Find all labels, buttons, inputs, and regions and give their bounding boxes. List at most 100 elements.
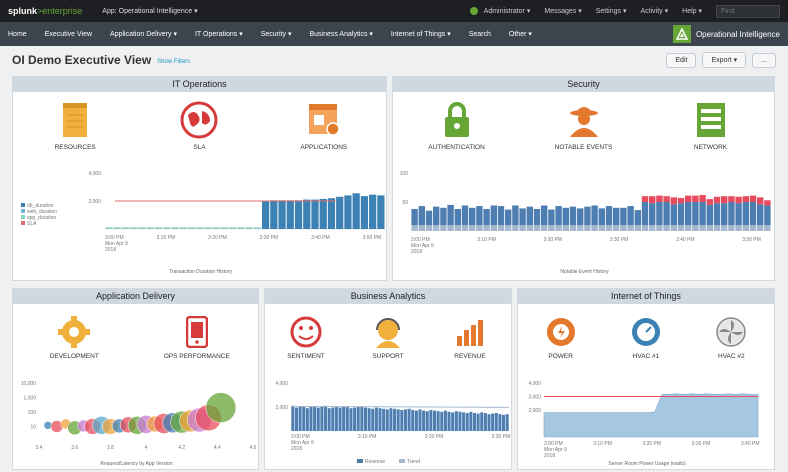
bar-medium xyxy=(692,202,699,226)
show-filters-link[interactable]: Show Filters xyxy=(157,59,190,65)
help-menu[interactable]: Help ▾ xyxy=(682,7,702,15)
nav-application-delivery[interactable]: Application Delivery ▾ xyxy=(110,30,177,38)
app-menu[interactable]: App: Operational Intelligence ▾ xyxy=(102,7,197,15)
sentiment-tile[interactable]: SENTIMENT xyxy=(271,316,341,360)
app-nav-bar: Home Executive View Application Delivery… xyxy=(0,22,788,46)
bar-medium xyxy=(749,202,757,226)
activity-menu[interactable]: Activity ▾ xyxy=(641,7,669,15)
sentiment-icon xyxy=(290,316,322,348)
bar xyxy=(303,199,311,229)
nav-search[interactable]: Search xyxy=(469,31,491,38)
bar-medium xyxy=(641,202,649,226)
x-tick-label: 3:10 PM xyxy=(593,441,612,447)
bar-medium xyxy=(656,202,663,226)
bar xyxy=(220,227,229,229)
nav-other[interactable]: Other ▾ xyxy=(509,30,532,38)
legend-swatch xyxy=(21,203,25,207)
bar-medium xyxy=(627,206,634,226)
bar xyxy=(483,413,487,431)
bar-low xyxy=(497,225,505,231)
tile-label: OPS PERFORMANCE xyxy=(163,353,230,360)
bar-medium xyxy=(555,206,562,226)
y-tick-label: 100 xyxy=(28,410,37,416)
settings-menu[interactable]: Settings ▾ xyxy=(596,7,627,15)
bar xyxy=(353,407,357,431)
bar xyxy=(385,409,389,431)
export-button[interactable]: Export ▾ xyxy=(702,52,747,68)
nav-home[interactable]: Home xyxy=(8,31,27,38)
nav-business-analytics[interactable]: Business Analytics ▾ xyxy=(309,30,372,38)
bar-high xyxy=(699,195,706,202)
x-tick-label: 3:40 PM xyxy=(676,237,695,243)
x-tick-label: 3.8 xyxy=(107,445,114,451)
bar xyxy=(422,410,426,431)
messages-menu[interactable]: Messages ▾ xyxy=(544,7,581,15)
bar-low xyxy=(411,225,418,231)
panel-title: Security xyxy=(393,77,774,92)
bar-low xyxy=(670,225,677,231)
bar xyxy=(377,195,385,229)
bar xyxy=(374,407,378,431)
trend-line xyxy=(290,405,510,408)
bar xyxy=(253,227,261,229)
bar xyxy=(498,414,502,431)
authentication-tile[interactable]: AUTHENTICATION xyxy=(412,101,502,151)
tile-label: NOTABLE EVENTS xyxy=(554,144,613,151)
bar-medium xyxy=(490,205,497,226)
bar-medium xyxy=(663,202,670,226)
legend-label: Revenue xyxy=(365,459,385,465)
power-usage-chart: 2,0003,0004,0003:00 PMMon Apr 920183:10 … xyxy=(528,381,759,457)
nav-internet-of-things[interactable]: Internet of Things ▾ xyxy=(391,30,451,38)
bar-low xyxy=(584,225,591,231)
development-tile[interactable]: DEVELOPMENT xyxy=(29,316,119,360)
find-input[interactable] xyxy=(716,4,780,18)
bar-medium xyxy=(562,207,569,226)
application-icon xyxy=(308,104,340,136)
network-tile[interactable]: NETWORK xyxy=(666,101,756,151)
bar xyxy=(121,227,130,229)
applications-tile[interactable]: APPLICATIONS xyxy=(279,101,369,151)
bar xyxy=(367,408,371,431)
admin-menu[interactable]: Administrator ▾ xyxy=(469,7,530,15)
bar xyxy=(327,408,331,431)
bar xyxy=(309,407,313,431)
power-tile[interactable]: POWER xyxy=(523,316,598,360)
bar xyxy=(105,227,113,229)
nav-executive-view[interactable]: Executive View xyxy=(45,31,92,38)
bar xyxy=(414,410,418,431)
revenue-tile[interactable]: REVENUE xyxy=(435,316,505,360)
edit-button[interactable]: Edit xyxy=(666,52,697,68)
bar-low xyxy=(533,225,541,231)
bar xyxy=(447,411,451,431)
bar-low xyxy=(677,225,685,231)
bar-low xyxy=(742,225,749,231)
resources-tile[interactable]: RESOURCES xyxy=(30,101,120,151)
chart-caption: Transaction Duration History xyxy=(168,269,233,275)
nav-it-operations[interactable]: IT Operations ▾ xyxy=(195,30,243,38)
x-tick-label: 4.4 xyxy=(214,445,221,451)
y-tick-label: 2,000 xyxy=(88,199,101,205)
bar-low xyxy=(447,225,454,231)
tile-label: HVAC #1 xyxy=(632,353,660,360)
bar-medium xyxy=(634,210,641,226)
more-button[interactable]: ... xyxy=(752,52,776,68)
security-panel: Security AUTHENTICATION NOTABLE EVENTS N… xyxy=(392,76,775,281)
notable-events-tile[interactable]: NOTABLE EVENTS xyxy=(539,101,629,151)
ops-performance-tile[interactable]: OPS PERFORMANCE xyxy=(152,316,242,360)
bar-low xyxy=(425,225,433,231)
bar-low xyxy=(591,225,598,231)
nav-security[interactable]: Security ▾ xyxy=(261,30,292,38)
bar-medium xyxy=(591,205,598,226)
bar xyxy=(345,407,349,431)
bar-high xyxy=(757,197,764,205)
hvac-1-tile[interactable]: HVAC #1 xyxy=(608,316,683,360)
hvac-2-tile[interactable]: HVAC #2 xyxy=(694,316,769,360)
bar-low xyxy=(757,225,764,231)
support-tile[interactable]: SUPPORT xyxy=(353,316,423,360)
bar xyxy=(338,407,342,431)
sla-tile[interactable]: SLA xyxy=(154,101,244,151)
splunk-logo[interactable]: splunk>enterprise xyxy=(8,6,82,16)
bar-low xyxy=(721,225,728,231)
bar-medium xyxy=(605,206,613,226)
bar-medium xyxy=(620,207,627,226)
